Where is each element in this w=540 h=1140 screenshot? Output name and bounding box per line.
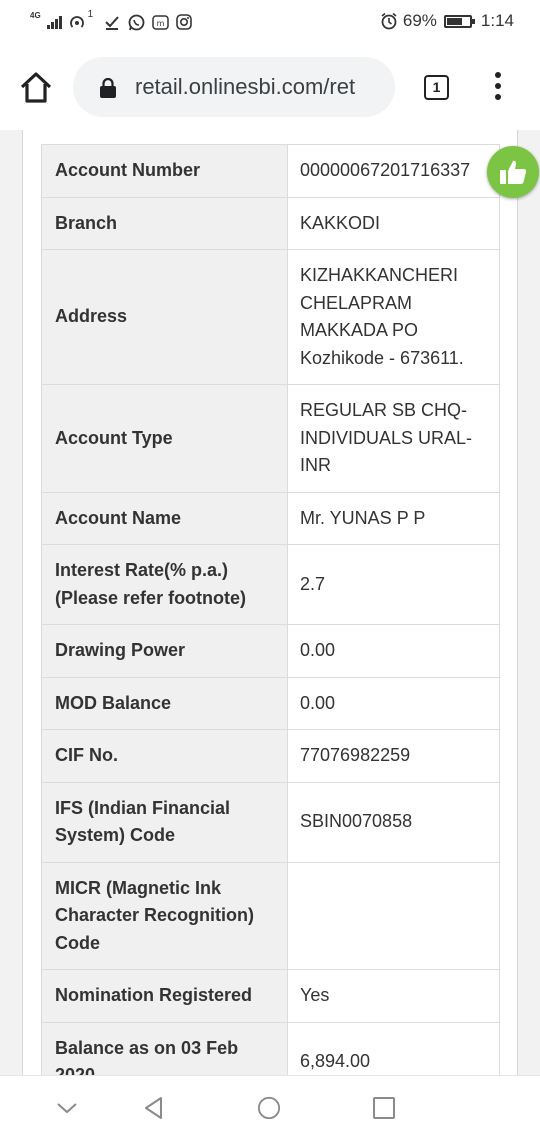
field-value: 0.00: [287, 676, 500, 730]
table-row: Nomination Registered Yes: [41, 969, 500, 1023]
field-label: Branch: [41, 196, 288, 250]
overflow-menu-icon[interactable]: [490, 72, 506, 104]
battery-percent: 69%: [402, 11, 437, 30]
notification-count: 1: [87, 8, 94, 20]
table-row: CIF No. 77076982259: [41, 729, 500, 783]
table-row: MOD Balance 0.00: [41, 676, 500, 730]
status-bar: 4G 1 m 69% 1:14: [0, 0, 540, 44]
chevron-down-icon[interactable]: [55, 1096, 79, 1120]
table-row: IFS (Indian Financial System) Code SBIN00…: [41, 781, 500, 863]
field-label: IFS (Indian Financial System) Code: [41, 781, 288, 863]
home-nav-icon[interactable]: [257, 1096, 281, 1120]
battery-icon: [443, 14, 475, 28]
field-value: SBIN0070858: [287, 781, 500, 863]
field-label: MOD Balance: [41, 676, 288, 730]
whatsapp-icon: [127, 13, 145, 31]
field-value: 77076982259: [287, 729, 500, 783]
clock: 1:14: [480, 11, 514, 30]
status-left-icons: 4G 1 m: [30, 8, 193, 33]
field-label: Balance as on 03 Feb 2020: [41, 1021, 288, 1075]
download-done-icon: [103, 13, 121, 31]
thumbs-up-icon[interactable]: [487, 146, 539, 198]
table-row: Account Name Mr. YUNAS P P: [41, 491, 500, 545]
field-value: KAKKODI: [287, 196, 500, 250]
system-nav-bar: [0, 1075, 540, 1140]
field-value: 00000067201716337: [287, 144, 500, 198]
signal-icon: [46, 15, 62, 29]
account-details-table: Account Number 00000067201716337 Branch KAK…: [41, 144, 500, 1075]
alarm-icon: [380, 12, 398, 30]
field-value: [287, 861, 500, 970]
field-value: KIZHAKKANCHERI CHELAPRAM MAKKADA PO Kozh…: [287, 249, 500, 385]
lock-icon[interactable]: [99, 77, 117, 98]
browser-toolbar: retail.onlinesbi.com/ret 1: [0, 44, 540, 130]
field-label: Account Type: [41, 384, 288, 493]
field-label: CIF No.: [41, 729, 288, 783]
table-row: Balance as on 03 Feb 2020 6,894.00: [41, 1021, 500, 1075]
back-icon[interactable]: [142, 1096, 166, 1120]
network-type: 4G: [30, 11, 41, 20]
field-value: Mr. YUNAS P P: [287, 491, 500, 545]
table-row: Address KIZHAKKANCHERI CHELAPRAM MAKKADA …: [41, 249, 500, 385]
svg-text:m: m: [156, 19, 164, 28]
table-row: MICR (Magnetic Ink Character Recognition…: [41, 861, 500, 970]
field-label: Account Number: [41, 144, 288, 198]
field-label: Nomination Registered: [41, 969, 288, 1023]
field-label: Account Name: [41, 491, 288, 545]
field-label: Interest Rate(% p.a.) (Please refer foot…: [41, 544, 288, 625]
home-icon[interactable]: [18, 70, 54, 106]
field-value: 2.7: [287, 544, 500, 625]
table-row: Branch KAKKODI: [41, 196, 500, 250]
field-label: Drawing Power: [41, 624, 288, 678]
field-label: MICR (Magnetic Ink Character Recognition…: [41, 861, 288, 970]
instagram-icon: [175, 13, 193, 31]
url-text[interactable]: retail.onlinesbi.com/ret: [135, 74, 355, 100]
address-bar[interactable]: retail.onlinesbi.com/ret: [73, 57, 395, 117]
table-row: Account Number 00000067201716337: [41, 144, 500, 198]
messages-icon: m: [151, 13, 169, 31]
hotspot-icon: [68, 13, 86, 31]
field-label: Address: [41, 249, 288, 385]
status-right-icons: 69% 1:14: [380, 11, 514, 31]
tab-switcher-button[interactable]: 1: [424, 75, 449, 100]
field-value: Yes: [287, 969, 500, 1023]
field-value: 6,894.00: [287, 1021, 500, 1075]
field-value: 0.00: [287, 624, 500, 678]
field-value: REGULAR SB CHQ- INDIVIDUALS URAL- INR: [287, 384, 500, 493]
table-row: Drawing Power 0.00: [41, 624, 500, 678]
table-row: Account Type REGULAR SB CHQ- INDIVIDUALS …: [41, 384, 500, 493]
account-details-card: Account Number 00000067201716337 Branch KAK…: [22, 130, 518, 1075]
page-content: Account Number 00000067201716337 Branch KAK…: [0, 130, 540, 1075]
recents-icon[interactable]: [372, 1096, 396, 1120]
table-row: Interest Rate(% p.a.) (Please refer foot…: [41, 544, 500, 625]
